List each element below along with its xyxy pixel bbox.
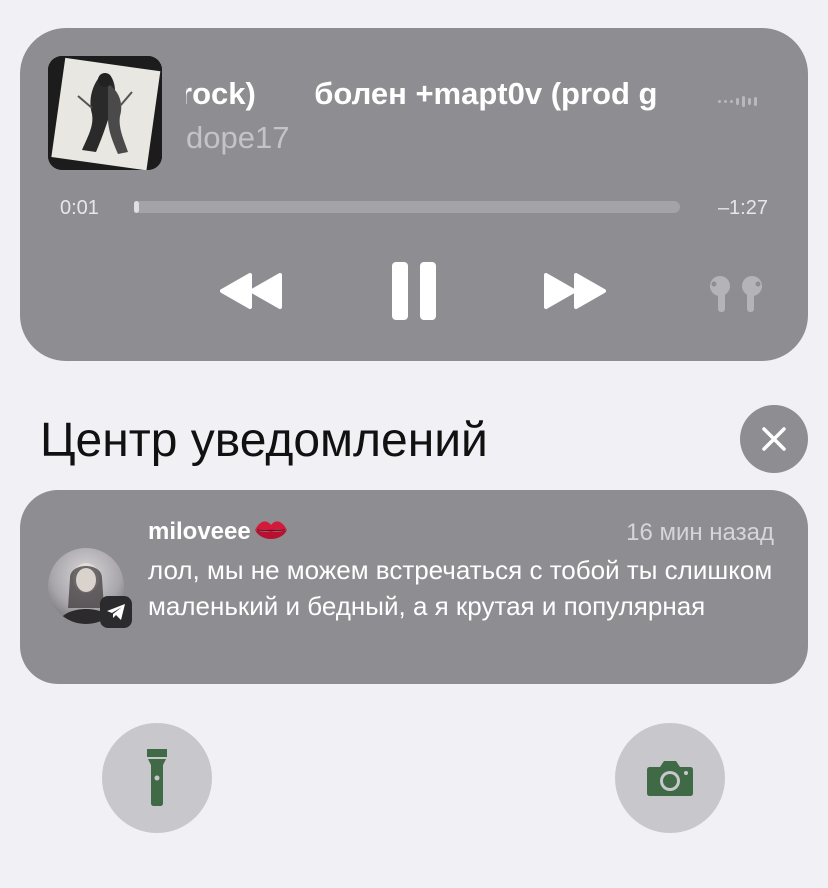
playback-scrubber[interactable] (134, 201, 680, 213)
waveform-icon (718, 96, 757, 107)
backward-icon (220, 273, 282, 309)
marquee-fade (670, 70, 710, 118)
airpods-icon (710, 276, 762, 312)
notification-sender: miloveee (148, 516, 289, 548)
elapsed-time: 0:01 (60, 197, 99, 219)
track-title-segment: rock) (186, 76, 256, 111)
notification-time: 16 мин назад (626, 519, 774, 546)
lock-screen: rock) болен +mapt0v (prod g dope17 0:01 … (0, 0, 828, 888)
track-title-segment: болен +mapt0v (prod g (314, 76, 658, 111)
notification-message: лол, мы не можем встречаться с тобой ты … (148, 555, 773, 621)
artist-name[interactable]: dope17 (186, 118, 289, 158)
forward-icon (544, 273, 606, 309)
track-title-marquee: rock) болен +mapt0v (prod g (186, 70, 710, 118)
clear-notifications-button[interactable] (740, 405, 808, 473)
flashlight-button[interactable] (102, 723, 212, 833)
remaining-time: –1:27 (717, 197, 768, 219)
playback-progress-fill (134, 201, 140, 213)
now-playing-widget[interactable]: rock) болен +mapt0v (prod g dope17 0:01 … (20, 28, 808, 361)
camera-button[interactable] (615, 723, 725, 833)
notification-center-title: Центр уведомлений (40, 414, 488, 467)
next-track-button[interactable] (542, 271, 608, 311)
notification-card[interactable]: miloveee 16 мин назад лол, мы не можем в… (20, 490, 808, 684)
close-icon (762, 427, 786, 451)
telegram-app-badge (100, 596, 132, 628)
camera-icon (647, 761, 693, 796)
sender-name: miloveee (148, 518, 251, 545)
previous-track-button[interactable] (218, 271, 284, 311)
pause-icon (392, 262, 436, 320)
album-artwork[interactable] (48, 56, 162, 170)
audio-output-button[interactable] (700, 274, 772, 314)
flashlight-icon (147, 749, 167, 806)
kiss-mark-icon (254, 521, 287, 539)
telegram-icon (107, 604, 125, 620)
pause-button[interactable] (388, 260, 440, 322)
